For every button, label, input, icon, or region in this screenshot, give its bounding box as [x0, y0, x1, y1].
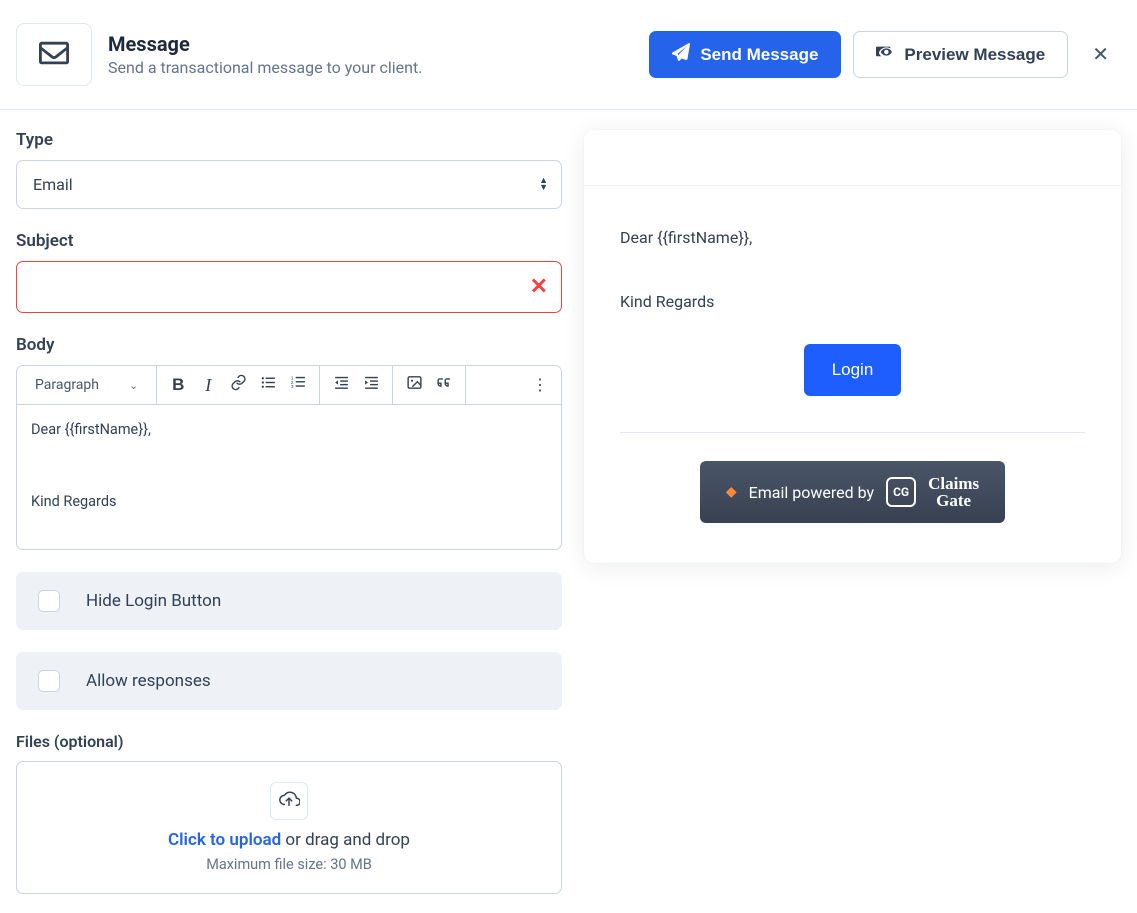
paragraph-style-select[interactable]: Paragraph ⌄ [23, 367, 150, 403]
files-group: Files (optional) Click to upload or drag… [16, 732, 562, 894]
brand-logo: CG Claims Gate [886, 475, 979, 509]
brand-badge: CG [886, 477, 916, 507]
svg-text:3: 3 [290, 384, 293, 390]
image-icon [406, 374, 423, 396]
preview-message-button[interactable]: Preview Message [853, 31, 1068, 78]
outdent-button[interactable] [326, 366, 356, 404]
header-actions: Send Message Preview Message ✕ [649, 31, 1121, 78]
body-greeting: Dear {{firstName}}, [31, 419, 547, 441]
subject-group: Subject ✕ [16, 231, 562, 313]
chevron-down-icon: ⌄ [129, 379, 138, 392]
type-select[interactable]: Email [16, 160, 562, 209]
brand-line2: Gate [928, 492, 979, 509]
upload-icon-wrap [270, 782, 308, 820]
clear-subject-icon[interactable]: ✕ [530, 275, 548, 300]
type-group: Type Email [16, 130, 562, 209]
more-button[interactable]: ⋮ [525, 366, 555, 404]
toolbar-more-group: ⋮ [519, 366, 561, 404]
rich-text-editor: Paragraph ⌄ B I [16, 365, 562, 550]
preview-login-row: Login [584, 344, 1121, 432]
hide-login-checkbox[interactable] [38, 590, 60, 612]
subject-label: Subject [16, 231, 562, 251]
click-to-upload-link[interactable]: Click to upload [168, 830, 281, 850]
hide-login-label: Hide Login Button [86, 591, 221, 611]
allow-responses-checkbox[interactable] [38, 670, 60, 692]
bullet-list-button[interactable] [253, 366, 283, 404]
toolbar-format-group: B I [157, 366, 320, 404]
paper-plane-icon [672, 43, 690, 66]
brand-line1: Claims [928, 475, 979, 492]
preview-message-label: Preview Message [904, 45, 1045, 65]
login-button[interactable]: Login [804, 344, 902, 396]
quote-button[interactable] [429, 366, 459, 404]
envelope-icon-box [16, 23, 92, 86]
dropzone-hint: Maximum file size: 30 MB [37, 856, 541, 873]
allow-responses-row: Allow responses [16, 652, 562, 710]
allow-responses-label: Allow responses [86, 671, 211, 691]
editor-content[interactable]: Dear {{firstName}}, Kind Regards [17, 405, 561, 549]
close-button[interactable]: ✕ [1080, 36, 1121, 73]
italic-button[interactable]: I [193, 366, 223, 404]
body-empty-line [31, 455, 547, 477]
quote-icon [436, 374, 453, 396]
indent-button[interactable] [356, 366, 386, 404]
hide-login-row: Hide Login Button [16, 572, 562, 630]
page-subtitle: Send a transactional message to your cli… [108, 58, 422, 77]
editor-toolbar: Paragraph ⌄ B I [17, 366, 561, 405]
header-text: Message Send a transactional message to … [108, 32, 422, 77]
toolbar-insert-group [393, 366, 466, 404]
indent-icon [363, 374, 380, 396]
preview-signoff: Kind Regards [620, 290, 1085, 314]
more-vertical-icon: ⋮ [532, 375, 548, 395]
modal-header: Message Send a transactional message to … [0, 0, 1137, 110]
powered-by-badge: ◆ Email powered by CG Claims Gate [700, 461, 1005, 523]
type-select-wrap: Email [16, 160, 562, 209]
files-label: Files (optional) [16, 732, 562, 751]
dropzone-text: Click to upload or drag and drop [37, 830, 541, 850]
preview-greeting: Dear {{firstName}}, [620, 226, 1085, 250]
paragraph-style-label: Paragraph [35, 377, 99, 393]
subject-input[interactable] [16, 261, 562, 313]
page-title: Message [108, 32, 422, 56]
file-dropzone[interactable]: Click to upload or drag and drop Maximum… [16, 761, 562, 894]
preview-footer: ◆ Email powered by CG Claims Gate [584, 433, 1121, 563]
body-group: Body Paragraph ⌄ B I [16, 335, 562, 550]
numbered-list-button[interactable]: 123 [283, 366, 313, 404]
image-button[interactable] [399, 366, 429, 404]
send-message-label: Send Message [700, 45, 818, 65]
preview-column: Dear {{firstName}}, Kind Regards Login ◆… [584, 126, 1121, 563]
envelope-eye-icon [876, 43, 894, 66]
email-preview: Dear {{firstName}}, Kind Regards Login ◆… [584, 130, 1121, 563]
bullet-list-icon [260, 374, 277, 396]
body-label: Body [16, 335, 562, 355]
dropzone-rest: or drag and drop [281, 830, 410, 850]
body-signoff: Kind Regards [31, 491, 547, 513]
cloud-upload-icon [278, 788, 300, 814]
preview-body: Dear {{firstName}}, Kind Regards [584, 186, 1121, 344]
toolbar-indent-group [320, 366, 393, 404]
bold-button[interactable]: B [163, 366, 193, 404]
subject-input-wrap: ✕ [16, 261, 562, 313]
type-label: Type [16, 130, 562, 150]
preview-header-spacer [584, 130, 1121, 186]
envelope-icon [39, 41, 69, 69]
numbered-list-icon: 123 [290, 374, 307, 396]
toolbar-paragraph-group: Paragraph ⌄ [17, 366, 157, 404]
close-icon: ✕ [1092, 44, 1109, 66]
send-message-button[interactable]: Send Message [649, 31, 841, 78]
link-icon [230, 374, 247, 396]
main-content: Type Email Subject ✕ Body Paragraph [0, 110, 1137, 910]
powered-text: Email powered by [749, 483, 874, 502]
link-button[interactable] [223, 366, 253, 404]
brand-text: Claims Gate [928, 475, 979, 509]
bolt-icon: ◆ [726, 484, 737, 500]
outdent-icon [333, 374, 350, 396]
form-column: Type Email Subject ✕ Body Paragraph [16, 126, 562, 894]
